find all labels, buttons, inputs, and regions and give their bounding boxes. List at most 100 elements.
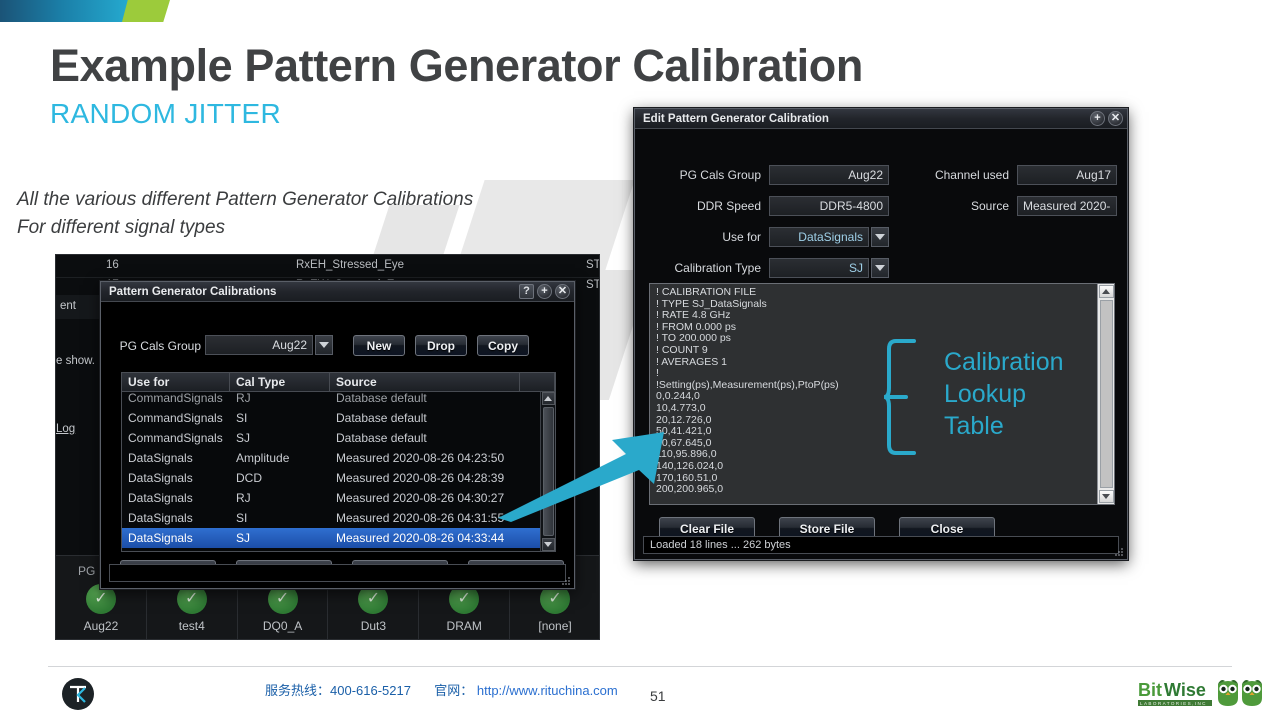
field-label: PG Cals Group (649, 168, 761, 182)
bg-list-item: 16 RxEH_Stressed_Eye STREYE (296, 259, 404, 271)
column-header-cal-type[interactable]: Cal Type (230, 373, 330, 391)
file-vertical-scrollbar[interactable] (1097, 284, 1114, 504)
scroll-up-icon[interactable] (542, 392, 555, 405)
table-row[interactable]: DataSignals RJ Measured 2020-08-26 04:30… (122, 488, 555, 508)
close-icon[interactable]: ✕ (555, 284, 570, 299)
column-header-use-for[interactable]: Use for (122, 373, 230, 391)
resize-grip-icon[interactable] (1114, 547, 1124, 557)
bitwise-wordmark: Wise (1164, 680, 1206, 700)
pg-cals-group-combo[interactable]: Aug22 (205, 335, 333, 355)
use-for-value[interactable]: DataSignals (769, 227, 869, 247)
cell-use-for: DataSignals (122, 491, 230, 505)
status-cell[interactable]: ✓ Dut3 (328, 582, 419, 640)
field-label: Source (917, 199, 1009, 213)
scroll-up-icon[interactable] (1099, 285, 1114, 298)
edit-dialog-status-bar: Loaded 18 lines ... 262 bytes (643, 536, 1119, 554)
dialog-title-bar[interactable]: Edit Pattern Generator Calibration + ✕ (635, 109, 1127, 129)
status-cell-label: Dut3 (361, 619, 386, 633)
footer-website-label: 官网： (434, 683, 473, 698)
cell-source: Measured 2020-08-26 04:31:55 (330, 511, 520, 525)
divider (56, 277, 600, 278)
chevron-down-icon[interactable] (871, 258, 889, 278)
bg-log-link[interactable]: Log (56, 423, 75, 435)
cell-use-for: CommandSignals (122, 392, 230, 405)
callout-label: Calibration Lookup Table (944, 346, 1064, 442)
table-row[interactable]: CommandSignals RJ Database default (122, 392, 555, 408)
chevron-down-icon[interactable] (871, 227, 889, 247)
copy-button[interactable]: Copy (477, 335, 529, 356)
footer-website-url[interactable]: http://www.rituchina.com (477, 683, 618, 698)
pg-status-cells: ✓ Aug22 ✓ test4 ✓ DQ0_A ✓ Dut3 ✓ DRAM (56, 582, 600, 640)
status-cell[interactable]: ✓ Aug22 (56, 582, 147, 640)
new-button[interactable]: New (353, 335, 405, 356)
dialog-title: Pattern Generator Calibrations (109, 286, 516, 298)
footer-hotline: 服务热线：400-616-5217 (265, 683, 411, 698)
ddr-speed-input[interactable]: DDR5-4800 (769, 196, 889, 216)
maximize-icon[interactable]: + (537, 284, 552, 299)
callout-arrow-icon (498, 430, 670, 522)
scroll-down-icon[interactable] (542, 538, 555, 551)
field-calibration-type: Calibration Type SJ (649, 258, 889, 278)
field-use-for: Use for DataSignals (649, 227, 889, 247)
pg-cals-group-label: PG Cals Group (113, 339, 201, 353)
cell-use-for: CommandSignals (122, 411, 230, 425)
column-header-source[interactable]: Source (330, 373, 520, 391)
table-row[interactable]: DataSignals DCD Measured 2020-08-26 04:2… (122, 468, 555, 488)
cell-cal-type: DCD (230, 471, 330, 485)
field-channel-used: Channel used Aug17 (917, 165, 1117, 185)
cell-source: Measured 2020-08-26 04:23:50 (330, 451, 520, 465)
table-row[interactable]: DataSignals SJ Measured 2020-08-26 04:33… (122, 528, 555, 548)
status-cell[interactable]: ✓ test4 (147, 582, 238, 640)
bg-static-text: e show. (56, 355, 95, 367)
source-input[interactable]: Measured 2020- (1017, 196, 1117, 216)
close-icon[interactable]: ✕ (1108, 111, 1123, 126)
cell-use-for: DataSignals (122, 451, 230, 465)
status-cell[interactable]: ✓ DRAM (419, 582, 510, 640)
body-text: All the various different Pattern Genera… (17, 186, 473, 241)
bg-list-code: STREYE (586, 259, 600, 271)
pg-cals-group-input[interactable]: Aug22 (769, 165, 889, 185)
drop-button[interactable]: Drop (415, 335, 467, 356)
scroll-down-icon[interactable] (1099, 490, 1114, 503)
cell-use-for: DataSignals (122, 531, 230, 545)
column-header-extra[interactable] (520, 373, 555, 391)
resize-grip-icon[interactable] (561, 576, 571, 586)
status-cell-label: DQ0_A (263, 619, 302, 633)
cell-cal-type: SJ (230, 531, 330, 545)
company-logo (62, 678, 94, 710)
status-cell[interactable]: ✓ [none] (510, 582, 600, 640)
table-row[interactable]: CommandSignals SI Database default (122, 408, 555, 428)
pg-dialog-status-bar (109, 564, 566, 582)
bitwise-wordmark: Bit (1138, 680, 1162, 700)
cell-source: Database default (330, 392, 520, 405)
field-label: Use for (649, 230, 761, 244)
calibrations-table: Use for Cal Type Source CommandSignals R… (121, 372, 556, 552)
status-cell-label: DRAM (447, 619, 482, 633)
table-row[interactable]: DataSignals SI Measured 2020-08-26 04:31… (122, 508, 555, 528)
table-row[interactable]: CommandSignals SJ Database default (122, 428, 555, 448)
help-icon[interactable]: ? (519, 284, 534, 299)
table-header-row: Use for Cal Type Source (122, 373, 555, 392)
field-ddr-speed: DDR Speed DDR5-4800 (649, 196, 889, 216)
cell-source: Measured 2020-08-26 04:30:27 (330, 491, 520, 505)
cell-cal-type: SJ (230, 431, 330, 445)
owl-icon (1242, 680, 1262, 706)
table-row[interactable]: DataSignals Amplitude Measured 2020-08-2… (122, 448, 555, 468)
channel-used-input[interactable]: Aug17 (1017, 165, 1117, 185)
chevron-down-icon[interactable] (315, 335, 333, 355)
field-source: Source Measured 2020- (917, 196, 1117, 216)
pg-cals-group-value[interactable]: Aug22 (205, 335, 313, 355)
cell-source: Measured 2020-08-26 04:33:44 (330, 531, 520, 545)
dialog-title-bar[interactable]: Pattern Generator Calibrations ? + ✕ (101, 282, 574, 302)
status-cell[interactable]: ✓ DQ0_A (238, 582, 329, 640)
bg-list-name: RxEH_Stressed_Eye (296, 259, 404, 271)
scrollbar-thumb[interactable] (1100, 300, 1113, 488)
bg-list-number: 16 (106, 259, 119, 271)
maximize-icon[interactable]: + (1090, 111, 1105, 126)
table-body: CommandSignals RJ Database default Comma… (122, 392, 555, 551)
page-subtitle: RANDOM JITTER (50, 98, 281, 130)
calibration-type-value[interactable]: SJ (769, 258, 869, 278)
cell-cal-type: SI (230, 411, 330, 425)
bg-list-code: STREYE (586, 279, 600, 291)
pg-toolbar: New Drop Copy (353, 335, 529, 356)
